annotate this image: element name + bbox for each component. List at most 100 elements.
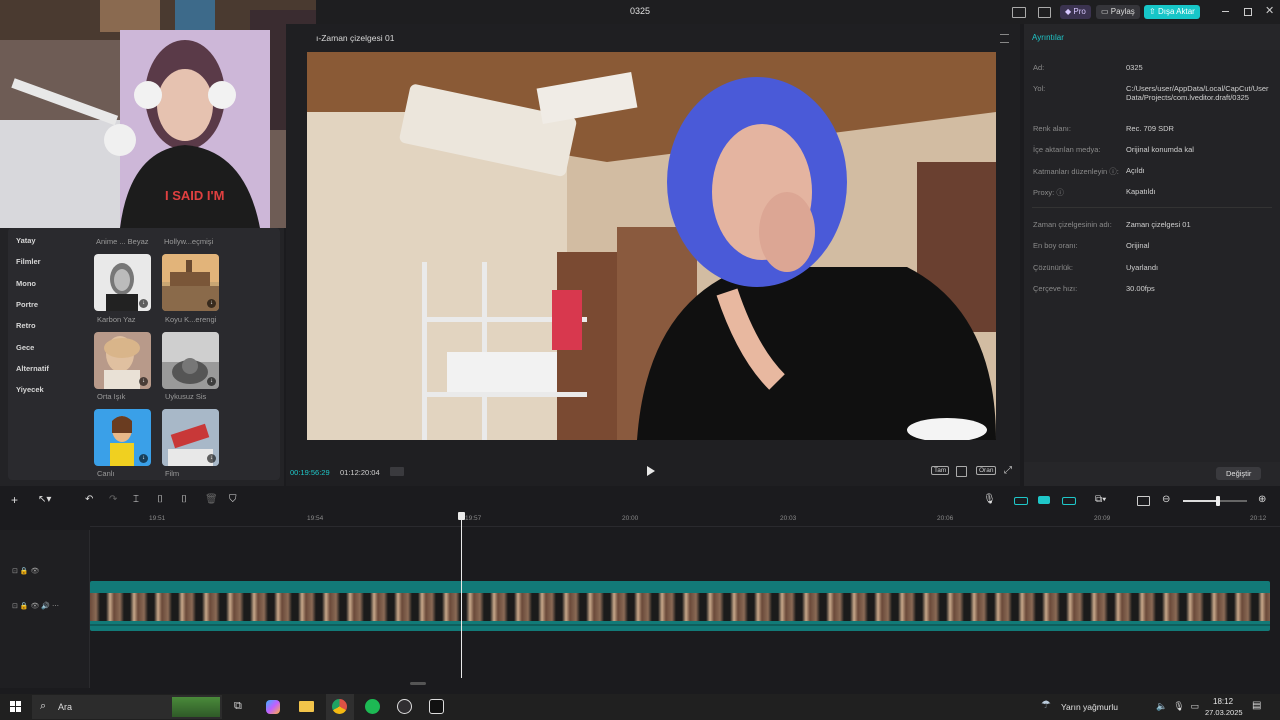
ratio-button[interactable]: Oran (976, 466, 997, 475)
tray-icons[interactable]: 🔈🎙▭ (1156, 701, 1205, 712)
download-icon[interactable]: ↓ (139, 299, 148, 308)
redo-icon[interactable]: ↷ (109, 494, 117, 505)
filter-thumb-koyu[interactable]: ↓ (162, 254, 219, 311)
filter-thumb-orta[interactable]: ↓ (94, 332, 151, 389)
shield-icon[interactable]: ⛉ (229, 494, 237, 505)
capcut-icon[interactable] (429, 699, 444, 714)
shortcut-icon[interactable] (1038, 7, 1051, 18)
weather-icon[interactable]: ☂ (1041, 698, 1051, 711)
audio-track-lock-icon[interactable]: ⊡ 🔒 👁 (12, 567, 39, 575)
ruler-tick: 20:09 (1094, 515, 1111, 522)
ruler-tick: 20:03 (780, 515, 797, 522)
horizontal-scrollbar[interactable] (410, 682, 426, 685)
detail-value: Rec. 709 SDR (1126, 124, 1174, 133)
undo-icon[interactable]: ↶ (85, 494, 93, 505)
magnet-icon[interactable] (1038, 496, 1050, 504)
current-time: 00:19:56:29 (290, 468, 330, 477)
details-divider (1032, 207, 1272, 208)
split-right-icon[interactable]: ⌷ (181, 494, 187, 505)
close-icon[interactable]: ✕ (1265, 4, 1274, 17)
notification-icon[interactable]: ▤ (1252, 700, 1261, 711)
select-icon[interactable]: ↖▾ (38, 494, 51, 505)
detail-key: Ad: (1033, 63, 1045, 72)
add-icon[interactable]: + (11, 493, 18, 507)
zoom-slider-handle[interactable] (1216, 496, 1220, 506)
fullscreen-icon[interactable]: ⤢ (1004, 465, 1012, 476)
download-icon[interactable]: ↓ (139, 454, 148, 463)
spotify-icon[interactable] (365, 699, 380, 714)
filter-label-top-1: Anime ... Beyaz (96, 237, 149, 246)
category-alternatif[interactable]: Alternatif (16, 364, 49, 373)
preview-axis-icon[interactable]: ⧉▾ (1095, 494, 1106, 505)
maximize-icon[interactable] (1244, 8, 1252, 16)
video-preview[interactable] (307, 52, 996, 440)
zoom-in-icon[interactable]: ⊕ (1258, 494, 1266, 505)
detail-key: En boy oranı: (1033, 241, 1078, 250)
search-box[interactable]: ⌕ Ara (32, 695, 222, 719)
filter-thumb-uykusuz[interactable]: ↓ (162, 332, 219, 389)
change-button[interactable]: Değiştir (1216, 467, 1262, 480)
export-label: Dışa Aktar (1157, 7, 1195, 16)
zoom-slider-fill (1183, 500, 1218, 502)
detail-key: Proxy: ⓘ (1033, 188, 1064, 197)
play-button[interactable] (647, 466, 655, 476)
filter-thumb-karbon[interactable]: ↓ (94, 254, 151, 311)
pro-button[interactable]: ◆ Pro (1060, 5, 1091, 19)
detail-value: Orijinal konumda kal (1126, 145, 1194, 154)
file-explorer-icon[interactable] (299, 701, 314, 712)
caption-icon[interactable] (1137, 496, 1150, 506)
download-icon[interactable]: ↓ (207, 299, 216, 308)
video-clip[interactable] (90, 581, 1270, 631)
category-mono[interactable]: Mono (16, 279, 36, 288)
detail-value: Zaman çizelgesi 01 (1126, 220, 1191, 229)
link-icon[interactable] (1062, 497, 1076, 505)
playhead[interactable] (461, 513, 462, 678)
clock-time[interactable]: 18:12 (1213, 697, 1233, 706)
pro-label: Pro (1073, 7, 1086, 16)
filter-thumb-canli[interactable]: ↓ (94, 409, 151, 466)
category-retro[interactable]: Retro (16, 321, 36, 330)
task-view-icon[interactable]: ⧉ (234, 700, 242, 713)
delete-icon[interactable]: 🗑 (205, 494, 218, 505)
clip-filmstrip (90, 593, 1270, 621)
clock-date[interactable]: 27.03.2025 (1205, 708, 1243, 717)
detail-key: Zaman çizelgesinin adı: (1033, 220, 1112, 229)
playhead-handle[interactable] (458, 512, 465, 520)
filter-thumb-film[interactable]: ↓ (162, 409, 219, 466)
svg-text:I SAID I'M: I SAID I'M (165, 188, 224, 203)
copilot-icon[interactable] (266, 700, 280, 714)
split-icon[interactable]: ⌶ (133, 494, 139, 505)
obs-icon[interactable] (397, 699, 412, 714)
layout-icon[interactable] (1012, 7, 1026, 18)
download-icon[interactable]: ↓ (207, 454, 216, 463)
ruler-tick: 19:51 (149, 515, 166, 522)
category-filmler[interactable]: Filmler (16, 257, 41, 266)
zoom-slider[interactable] (1183, 496, 1247, 506)
share-button[interactable]: ▭ Paylaş (1096, 5, 1140, 19)
category-gece[interactable]: Gece (16, 343, 34, 352)
category-yatay[interactable]: Yatay (16, 236, 36, 245)
fit-icon[interactable] (956, 466, 967, 477)
download-icon[interactable]: ↓ (207, 377, 216, 386)
detail-value: Kapatıldı (1126, 187, 1156, 196)
export-button[interactable]: ⇧ Dışa Aktar (1144, 5, 1200, 19)
filter-label: Karbon Yaz (97, 315, 136, 324)
microphone-icon[interactable]: 🎙 (983, 494, 996, 505)
full-quality-button[interactable]: Tam (931, 466, 950, 475)
detail-value: Orijinal (1126, 241, 1150, 250)
zoom-out-icon[interactable]: ⊖ (1162, 494, 1170, 505)
split-left-icon[interactable]: ⌷ (157, 494, 163, 505)
weather-text[interactable]: Yarın yağmurlu (1061, 702, 1118, 712)
windows-start-icon[interactable] (10, 701, 21, 712)
category-portre[interactable]: Portre (16, 300, 38, 309)
video-track-controls[interactable]: ⊡ 🔒 👁 🔊 ⋯ (12, 602, 59, 610)
minimize-icon[interactable] (1222, 11, 1229, 12)
filter-label: Orta Işık (97, 392, 126, 401)
category-yiyecek[interactable]: Yiyecek (16, 385, 44, 394)
link-main-track-icon[interactable] (1014, 497, 1028, 505)
detail-value: Uyarlandı (1126, 263, 1159, 272)
player-menu-icon[interactable] (1000, 34, 1009, 43)
filter-label: Koyu K...erengi (165, 315, 217, 324)
download-icon[interactable]: ↓ (139, 377, 148, 386)
timeline-grid-icon[interactable] (390, 467, 404, 476)
